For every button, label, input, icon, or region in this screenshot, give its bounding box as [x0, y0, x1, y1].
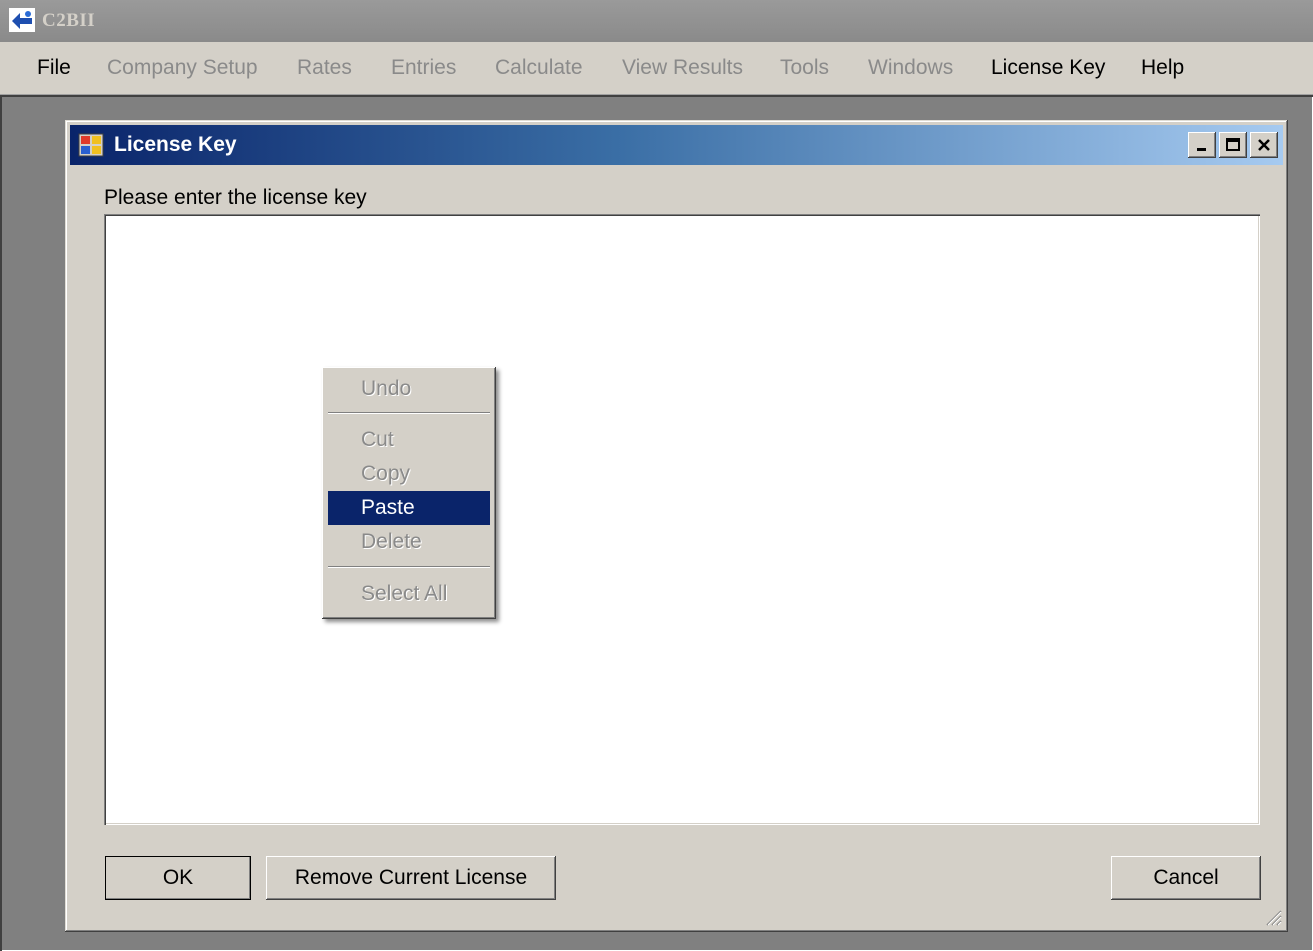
menubar: File Company Setup Rates Entries Calcula… [0, 42, 1313, 95]
context-copy[interactable]: Copy [328, 457, 490, 491]
context-undo[interactable]: Undo [328, 372, 490, 406]
app-logo-icon [9, 8, 35, 32]
app-title: C2BII [42, 10, 96, 31]
dialog-titlebar[interactable]: License Key [70, 125, 1283, 165]
context-menu: Undo Cut Copy Paste Delete Select All [322, 367, 496, 619]
context-separator [328, 566, 490, 568]
menu-company-setup[interactable]: Company Setup [107, 56, 258, 80]
context-separator [328, 412, 490, 414]
menu-calculate[interactable]: Calculate [495, 56, 583, 80]
context-select-all[interactable]: Select All [328, 577, 490, 611]
close-icon [1258, 139, 1270, 151]
menu-tools[interactable]: Tools [780, 56, 829, 80]
license-key-textarea[interactable] [104, 214, 1260, 825]
license-key-prompt: Please enter the license key [104, 186, 367, 209]
resize-grip-icon[interactable] [1262, 906, 1282, 926]
context-cut[interactable]: Cut [328, 423, 490, 457]
context-delete[interactable]: Delete [328, 525, 490, 559]
maximize-button[interactable] [1219, 132, 1247, 158]
menu-entries[interactable]: Entries [391, 56, 456, 80]
cancel-button[interactable]: Cancel [1111, 856, 1261, 900]
close-button[interactable] [1250, 132, 1278, 158]
dialog-title: License Key [114, 133, 237, 156]
context-paste[interactable]: Paste [328, 491, 490, 525]
app-titlebar[interactable]: C2BII [0, 0, 1313, 42]
menu-license-key[interactable]: License Key [991, 56, 1105, 80]
ok-button[interactable]: OK [105, 856, 251, 900]
maximize-icon [1226, 138, 1240, 151]
menu-file[interactable]: File [37, 56, 71, 80]
form-icon [78, 133, 104, 157]
menu-windows[interactable]: Windows [868, 56, 953, 80]
minimize-button[interactable] [1188, 132, 1216, 158]
license-key-dialog: License Key Please enter the license key… [65, 120, 1288, 932]
menu-view-results[interactable]: View Results [622, 56, 743, 80]
menu-rates[interactable]: Rates [297, 56, 352, 80]
remove-current-license-button[interactable]: Remove Current License [266, 856, 556, 900]
menu-help[interactable]: Help [1141, 56, 1184, 80]
minimize-icon [1197, 148, 1206, 151]
